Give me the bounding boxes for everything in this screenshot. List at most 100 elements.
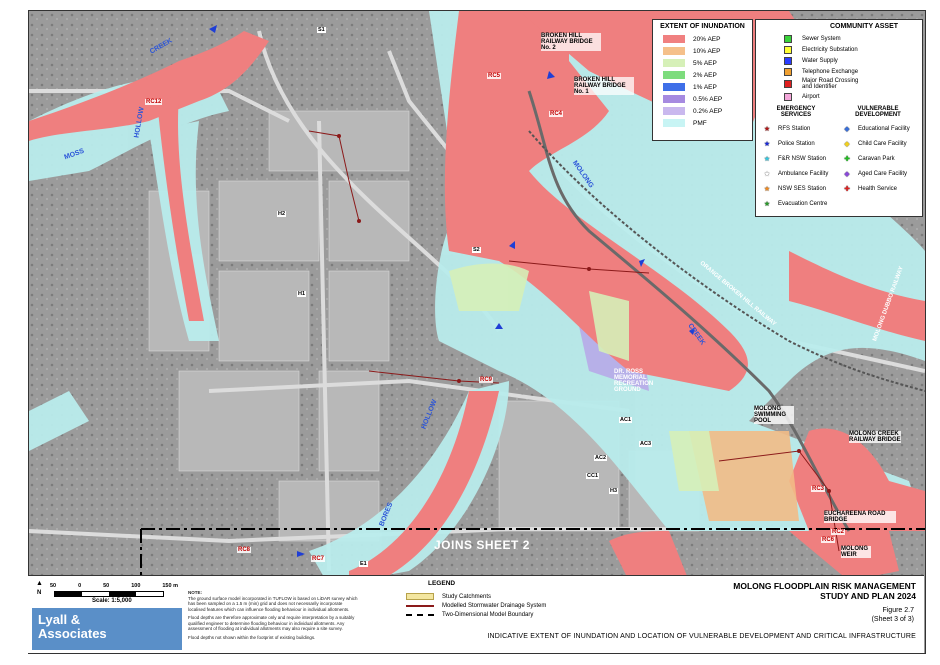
- inundation-label: 0.5% AEP: [693, 95, 723, 103]
- emergency-label: Evacuation Centre: [778, 200, 828, 207]
- rc-label[interactable]: RC5: [487, 73, 502, 79]
- emergency-row: ★ Police Station: [762, 136, 836, 151]
- rc-label[interactable]: RC9: [479, 377, 494, 383]
- community-asset-row: Electricity Substation: [784, 44, 922, 55]
- facility-tag[interactable]: H2: [277, 211, 287, 217]
- facility-tag[interactable]: H3: [609, 488, 619, 494]
- star-icon: ★: [763, 185, 771, 193]
- inundation-legend-row: 2% AEP: [653, 69, 752, 81]
- rc-label[interactable]: RC2: [831, 529, 846, 535]
- vulnerable-row: ◆ Child Care Facility: [842, 136, 920, 151]
- community-asset-row: Major Road Crossing and Identifier: [784, 77, 922, 91]
- inundation-legend-row: 0.2% AEP: [653, 105, 752, 117]
- facility-tag[interactable]: AC1: [619, 417, 633, 423]
- community-asset-label: and Identifier: [802, 84, 837, 90]
- legend-item: Modelled Stormwater Drainage System: [442, 602, 547, 609]
- facility-tag[interactable]: AC2: [594, 455, 608, 461]
- emergency-row: ★ NSW SES Station: [762, 181, 836, 196]
- inundation-swatch: [663, 35, 685, 43]
- inundation-swatch: [663, 107, 685, 115]
- community-asset-row: Telephone Exchange: [784, 66, 922, 77]
- rc-label[interactable]: RC3: [811, 486, 826, 492]
- facility-tag[interactable]: AC3: [639, 441, 653, 447]
- title-block: ▲ N 50 0 50 100 150 m Scale: 1:5,000 Lya…: [28, 575, 924, 653]
- logo-line2: Associates: [38, 626, 107, 641]
- square-icon: [784, 67, 792, 76]
- north-arrow-icon: ▲: [36, 580, 43, 587]
- inundation-swatch: [663, 83, 685, 91]
- inundation-swatch: [663, 47, 685, 55]
- scale-ticks: 50 0 50 100 150 m: [50, 583, 178, 589]
- diamond-icon: ◆: [844, 140, 850, 148]
- facility-tag[interactable]: S1: [317, 27, 326, 33]
- sheet-label: (Sheet 3 of 3): [871, 616, 914, 623]
- emergency-row: ★ Ambulance Facility: [762, 166, 836, 181]
- note-p1: The ground surface model incorporated in…: [188, 595, 358, 612]
- legend-item: Two-Dimensional Model Boundary: [442, 611, 534, 618]
- logo-line1: Lyall &: [38, 612, 81, 627]
- square-icon: [784, 92, 792, 101]
- inundation-swatch: [663, 71, 685, 79]
- drainage-swatch: [406, 604, 434, 607]
- community-asset-label: Telephone Exchange: [802, 68, 859, 75]
- vulnerable-row: ◆ Educational Facility: [842, 121, 920, 136]
- rc-label[interactable]: RC6: [821, 537, 836, 543]
- facility-tag[interactable]: CC1: [586, 473, 600, 479]
- vulnerable-label: Caravan Park: [858, 155, 895, 162]
- study-title: MOLONG FLOODPLAIN RISK MANAGEMENT STUDY …: [733, 581, 916, 601]
- title-line1: MOLONG FLOODPLAIN RISK MANAGEMENT: [733, 581, 916, 591]
- rc-label[interactable]: RC8: [237, 547, 252, 553]
- inundation-legend-row: PMF: [653, 117, 752, 129]
- legend-title: LEGEND: [428, 580, 456, 587]
- bhr-bridge-1-label: BROKEN HILL RAILWAY BRIDGE No. 1: [574, 77, 634, 95]
- weir-label: MOLONG WEIR: [841, 546, 871, 558]
- pool-label: MOLONG SWIMMING POOL: [754, 406, 794, 424]
- community-asset-label: Airport: [802, 93, 820, 100]
- rc-label[interactable]: RC12: [145, 99, 163, 105]
- star-icon: ★: [763, 170, 771, 178]
- community-asset-label: Electricity Substation: [802, 46, 858, 53]
- facility-tag[interactable]: E1: [359, 561, 368, 567]
- bhr-bridge-2-label: BROKEN HILL RAILWAY BRIDGE No. 2: [541, 33, 601, 51]
- community-asset-label: Sewer System: [802, 35, 841, 42]
- emergency-row: ★ Evacuation Centre: [762, 196, 836, 211]
- inundation-label: PMF: [693, 119, 707, 127]
- vulnerable-row: ✚ Caravan Park: [842, 151, 920, 166]
- scale-tick: 50: [50, 583, 57, 589]
- star-icon: ★: [763, 155, 771, 163]
- vulnerable-label: Health Service: [858, 185, 898, 192]
- inundation-swatch: [663, 59, 685, 67]
- creek-railway-bridge-label: MOLONG CREEK RAILWAY BRIDGE: [849, 431, 901, 443]
- inundation-legend-row: 1% AEP: [653, 81, 752, 93]
- square-icon: [784, 34, 792, 43]
- emergency-label: Police Station: [778, 140, 815, 147]
- scale-tick: 100: [131, 583, 141, 589]
- inundation-label: 20% AEP: [693, 35, 721, 43]
- emergency-title: EMERGENCY SERVICES: [776, 106, 816, 118]
- note-p2: Flood depths are therefore approximate o…: [188, 615, 355, 631]
- scale-tick: 50: [103, 583, 110, 589]
- inundation-legend-row: 5% AEP: [653, 57, 752, 69]
- figure-number: Figure 2.7 (Sheet 3 of 3): [872, 606, 914, 624]
- eucha-bridge-label: EUCHAREENA ROAD BRIDGE: [824, 511, 896, 523]
- scale-label: Scale: 1:5,000: [92, 598, 132, 604]
- diamond-icon: ◆: [844, 125, 850, 133]
- facility-tag[interactable]: S2: [472, 247, 481, 253]
- inundation-label: 1% AEP: [693, 83, 717, 91]
- emergency-label: Ambulance Facility: [778, 170, 829, 177]
- vulnerable-row: ◆ Aged Care Facility: [842, 166, 920, 181]
- catchment-swatch: [406, 593, 434, 600]
- facility-tag[interactable]: H1: [297, 291, 307, 297]
- community-asset-row: Sewer System: [784, 33, 922, 44]
- figure-caption: INDICATIVE EXTENT OF INUNDATION AND LOCA…: [487, 633, 916, 640]
- diamond-icon: ◆: [844, 170, 850, 178]
- vulnerable-label: Aged Care Facility: [858, 170, 908, 177]
- company-logo: Lyall & Associates: [32, 608, 182, 650]
- joins-sheet-label: JOINS SHEET 2: [434, 538, 530, 552]
- figure-label: Figure 2.7: [882, 607, 914, 614]
- map-frame: CREEK HOLLOW MOSS MOLONG CREEK HOLLOW BO…: [28, 10, 926, 654]
- star-icon: ★: [763, 125, 771, 133]
- rc-label[interactable]: RC4: [549, 111, 564, 117]
- scale-tick: 0: [78, 583, 82, 589]
- rc-label[interactable]: RC7: [311, 556, 326, 562]
